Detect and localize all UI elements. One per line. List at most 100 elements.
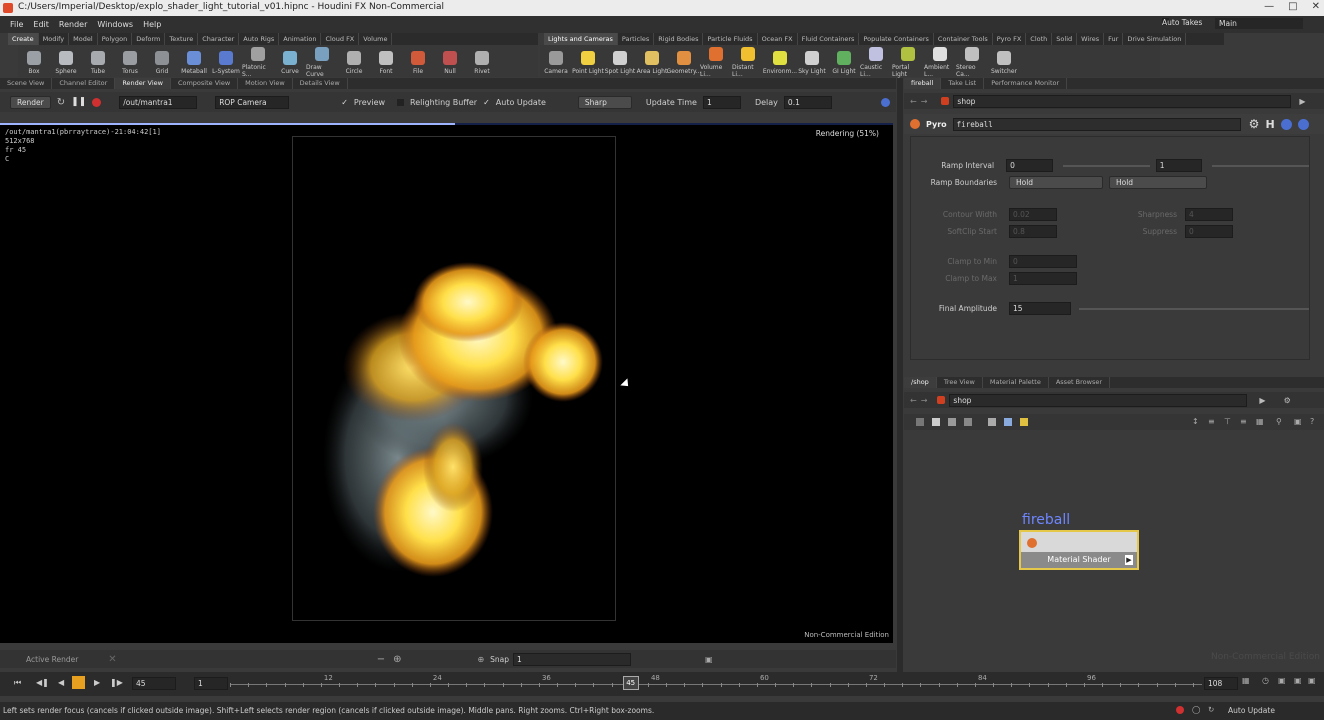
- shelf-tool[interactable]: Sphere: [50, 48, 82, 75]
- shelf-tool[interactable]: Grid: [146, 48, 178, 75]
- pane-tab[interactable]: Material Palette: [983, 377, 1049, 388]
- end-frame-field[interactable]: 108: [1204, 677, 1238, 690]
- shelf-tool[interactable]: Null: [434, 48, 466, 75]
- snap-field[interactable]: 1: [513, 652, 632, 666]
- shelf-tab[interactable]: Modify: [39, 33, 70, 45]
- net-pin-icon[interactable]: ▶: [1259, 396, 1265, 405]
- shelf-tool[interactable]: Rivet: [466, 48, 498, 75]
- back-icon[interactable]: ←: [910, 97, 917, 106]
- timeline-playhead[interactable]: 45: [622, 676, 639, 690]
- shelf-tab[interactable]: Character: [198, 33, 240, 45]
- menu-edit[interactable]: Edit: [33, 20, 49, 29]
- param-help-icon[interactable]: [1297, 118, 1309, 130]
- shelf-tab[interactable]: Drive Simulation: [1123, 33, 1187, 45]
- menu-windows[interactable]: Windows: [97, 20, 133, 29]
- shelf-tool[interactable]: Metaball: [178, 48, 210, 75]
- material-node-arrow-icon[interactable]: ▶: [1125, 555, 1133, 565]
- pane-tab[interactable]: Scene View: [0, 78, 53, 89]
- pane-tab[interactable]: Details View: [293, 78, 348, 89]
- network-editor[interactable]: fireball Material Shader ▶ Non-Commercia…: [904, 432, 1324, 668]
- shelf-tool[interactable]: Font: [370, 48, 402, 75]
- net-tool-icon-3[interactable]: [948, 418, 956, 426]
- net-layout-icon[interactable]: ≡: [1240, 417, 1247, 426]
- ramp-boundaries-select2[interactable]: Hold: [1109, 176, 1207, 189]
- update-icon[interactable]: ↻: [1208, 705, 1214, 714]
- net-help-icon[interactable]: ?: [1310, 417, 1314, 426]
- clamp-max-field[interactable]: 1: [1009, 272, 1077, 285]
- pause-icon[interactable]: ❚❚: [71, 97, 86, 107]
- shelf-tool[interactable]: Camera: [540, 48, 572, 75]
- shelf-tab[interactable]: Solid: [1052, 33, 1078, 45]
- menu-render[interactable]: Render: [59, 20, 87, 29]
- contour-width-field[interactable]: 0.02: [1009, 208, 1057, 221]
- net-tool-icon-6[interactable]: [1004, 418, 1012, 426]
- shelf-tool[interactable]: Distant Li...: [732, 44, 764, 78]
- pane-divider[interactable]: [897, 78, 903, 672]
- material-node[interactable]: Material Shader ▶: [1019, 530, 1139, 570]
- pane-tab[interactable]: Composite View: [171, 78, 239, 89]
- step-back-icon[interactable]: ◀❚: [36, 678, 49, 687]
- shelf-tab[interactable]: Cloth: [1026, 33, 1053, 45]
- shelf-tool[interactable]: Spot Light: [604, 48, 636, 75]
- shelf-tab[interactable]: Lights and Cameras: [544, 33, 618, 45]
- forward-icon[interactable]: →: [921, 97, 928, 106]
- rop-path-field[interactable]: /out/mantra1: [119, 95, 198, 109]
- clear-icon[interactable]: ✕: [108, 654, 116, 665]
- shelf-tab[interactable]: Particles: [618, 33, 655, 45]
- render-button[interactable]: Render: [10, 95, 51, 109]
- shelf-tool[interactable]: Geometry...: [667, 48, 701, 75]
- refresh-icon[interactable]: ↻: [57, 97, 65, 108]
- ramp-interval-slider2[interactable]: [1212, 164, 1309, 167]
- relighting-checkbox[interactable]: [397, 98, 405, 106]
- net-align-icon[interactable]: ⊤: [1224, 417, 1231, 426]
- auto-update-check-icon[interactable]: ✓: [483, 98, 490, 107]
- shelf-tool[interactable]: Draw Curve: [306, 44, 338, 78]
- pin-icon[interactable]: ▶: [1299, 97, 1305, 106]
- pane-tab[interactable]: Channel Editor: [52, 78, 116, 89]
- final-amplitude-field[interactable]: 15: [1009, 302, 1071, 315]
- node-name-field[interactable]: fireball: [952, 117, 1241, 131]
- preview-check-icon[interactable]: ✓: [341, 98, 348, 107]
- net-forward-icon[interactable]: →: [921, 396, 928, 405]
- pane-tab[interactable]: /shop: [904, 377, 937, 388]
- zoom-fit-icon[interactable]: ⊕: [393, 654, 401, 665]
- final-amplitude-slider[interactable]: [1079, 307, 1309, 310]
- clamp-min-field[interactable]: 0: [1009, 255, 1077, 268]
- sharpness-field[interactable]: 4: [1185, 208, 1233, 221]
- network-path-field[interactable]: shop: [949, 393, 1248, 407]
- net-grid-icon[interactable]: ▦: [1256, 417, 1264, 426]
- info-icon[interactable]: [1280, 118, 1292, 130]
- error-icon[interactable]: [1176, 706, 1184, 714]
- close-icon[interactable]: ✕: [1312, 1, 1320, 12]
- play-reverse-icon[interactable]: ◀: [58, 678, 64, 687]
- desktop-selector[interactable]: Main: [1215, 18, 1303, 29]
- step-forward-icon[interactable]: ❚▶: [110, 678, 123, 687]
- zoom-out-icon[interactable]: −: [377, 654, 385, 665]
- pane-tab[interactable]: Asset Browser: [1049, 377, 1111, 388]
- cache-icon[interactable]: ◯: [1192, 705, 1200, 714]
- timeline-bar[interactable]: 12 24 36 48 60 72 84 96 45: [230, 674, 1202, 694]
- shelf-tool[interactable]: GI Light: [828, 48, 860, 75]
- update-time-field[interactable]: 1: [702, 95, 741, 109]
- net-tool-icon-1[interactable]: [916, 418, 924, 426]
- shelf-tab[interactable]: Wires: [1077, 33, 1105, 45]
- houdini-h-icon[interactable]: H: [1265, 118, 1274, 131]
- pane-tab[interactable]: Performance Monitor: [984, 78, 1068, 89]
- shelf-tab[interactable]: Texture: [165, 33, 199, 45]
- net-arrange-icon[interactable]: ↕: [1192, 417, 1199, 426]
- minimize-icon[interactable]: —: [1264, 1, 1274, 12]
- camera-select[interactable]: ROP Camera: [215, 95, 290, 109]
- ramp-boundaries-select1[interactable]: Hold: [1009, 176, 1103, 189]
- shelf-tool[interactable]: Switcher: [988, 48, 1020, 75]
- realtime-icon[interactable]: ◷: [1262, 676, 1269, 685]
- shelf-tool[interactable]: Area Light: [636, 48, 668, 75]
- pane-tab[interactable]: fireball: [904, 78, 942, 89]
- shelf-tab[interactable]: Deform: [132, 33, 166, 45]
- shelf-tool[interactable]: Tube: [82, 48, 114, 75]
- start-frame-field[interactable]: 1: [194, 677, 228, 690]
- stop-playback-icon[interactable]: [72, 676, 85, 689]
- shelf-tab[interactable]: Volume: [359, 33, 393, 45]
- shelf-tool[interactable]: Caustic Li...: [860, 44, 892, 78]
- net-tool-icon-4[interactable]: [964, 418, 972, 426]
- shelf-tab[interactable]: Fluid Containers: [798, 33, 860, 45]
